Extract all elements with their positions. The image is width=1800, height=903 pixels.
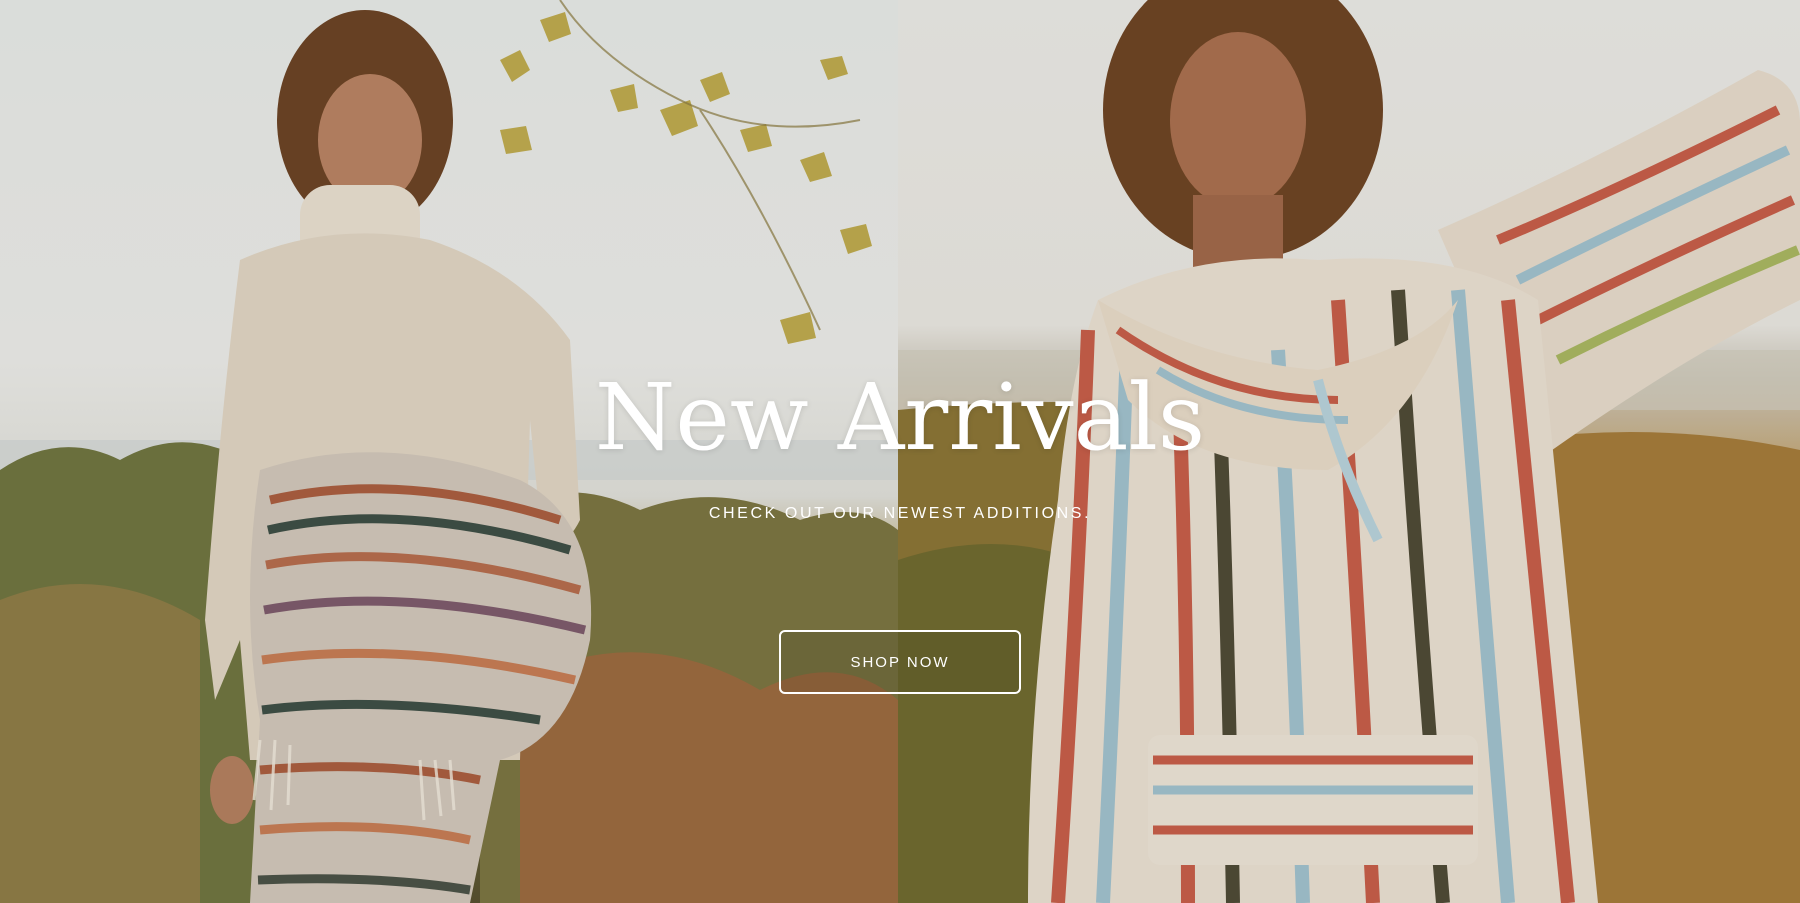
hero-title: New Arrivals — [594, 364, 1206, 471]
shop-now-button[interactable]: SHOP NOW — [779, 630, 1021, 694]
hero-banner: New Arrivals CHECK OUT OUR NEWEST ADDITI… — [0, 0, 1800, 903]
shop-now-button-label: SHOP NOW — [850, 653, 950, 671]
hero-subtitle: CHECK OUT OUR NEWEST ADDITIONS. — [708, 505, 1092, 522]
